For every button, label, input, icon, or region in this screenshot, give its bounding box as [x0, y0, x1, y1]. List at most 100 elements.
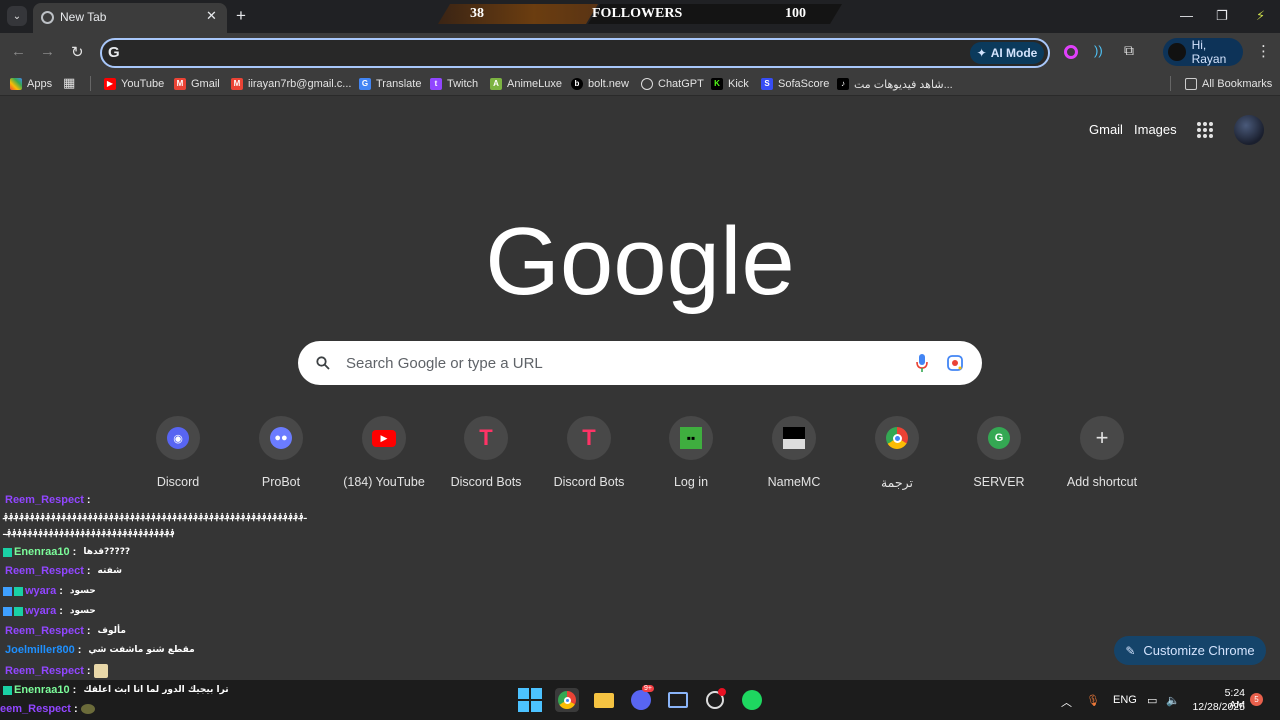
gmail-link[interactable]: Gmail — [1089, 122, 1123, 137]
bookmark-apps[interactable]: Apps — [10, 76, 52, 92]
taskbar-app[interactable] — [703, 688, 727, 712]
minimize-button[interactable]: — — [1180, 8, 1193, 23]
taskbar-photos[interactable] — [666, 688, 690, 712]
shortcut-discord-bots-2[interactable]: T Discord Bots — [539, 416, 639, 496]
shortcut-discord[interactable]: ◉ Discord — [128, 416, 228, 496]
discord-icon: ◉ — [167, 427, 189, 449]
shortcut-label: (184) YouTube — [343, 475, 425, 489]
customize-chrome-button[interactable]: ✎ Customize Chrome — [1114, 636, 1266, 665]
taskbar-discord[interactable]: 9+ — [629, 685, 654, 712]
bookmark-chatgpt[interactable]: ChatGPT — [641, 76, 704, 92]
customize-chrome-label: Customize Chrome — [1143, 643, 1255, 658]
menu-kebab-icon[interactable]: ⋮ — [1256, 42, 1271, 60]
images-link[interactable]: Images — [1134, 122, 1177, 137]
chat-line: wyara: حسود — [3, 585, 96, 597]
bookmark-tiktok[interactable]: ♪ شاهد فيديوهات مت... — [837, 76, 953, 92]
windows-start-icon[interactable] — [518, 688, 542, 712]
address-bar[interactable]: G ✦ AI Mode — [100, 38, 1050, 68]
pencil-icon: ✎ — [1125, 643, 1136, 658]
shortcut-namemc[interactable]: NameMC — [744, 416, 844, 496]
tab-search-button[interactable]: ⌄ — [7, 6, 27, 26]
google-logo: Google — [485, 208, 795, 315]
minecraft-creeper-icon: ▪▪ — [680, 427, 702, 449]
audio-extension-icon[interactable]: )) — [1094, 43, 1103, 58]
taskbar-spotify[interactable] — [740, 688, 764, 712]
extensions-puzzle-icon[interactable]: ⧉ — [1124, 42, 1134, 59]
taskbar-file-explorer[interactable] — [592, 688, 616, 712]
shortcut-icon-bg: G — [977, 416, 1021, 460]
google-lens-icon[interactable] — [947, 355, 963, 371]
translate-icon: G — [359, 78, 371, 90]
shortcut-youtube[interactable]: ▶ (184) YouTube — [334, 416, 434, 496]
bookmark-translate[interactable]: G Translate — [359, 76, 421, 92]
shortcut-discord-bots[interactable]: T Discord Bots — [436, 416, 536, 496]
top-gg-icon: T — [479, 425, 493, 450]
tab-groups-icon[interactable]: ▦ — [63, 75, 75, 91]
microphone-icon[interactable] — [916, 354, 928, 372]
folder-icon — [1185, 78, 1197, 90]
youtube-icon: ▶ — [104, 78, 116, 90]
apps-grid-icon — [10, 78, 22, 90]
bookmark-kick[interactable]: K Kick — [711, 76, 749, 92]
shortcut-label: Log in — [673, 475, 709, 489]
profile-button[interactable]: Hi, Rayan — [1163, 38, 1243, 66]
chat-badge-icon — [3, 606, 12, 616]
search-input[interactable]: Search Google or type a URL — [346, 355, 543, 372]
chat-badge-icon — [3, 547, 12, 557]
bookmark-bolt[interactable]: b bolt.new — [571, 76, 629, 92]
clock-date[interactable]: 12/28/2025 — [1190, 701, 1245, 713]
chat-line: ؋؋؋؋؋؋؋؋؋؋؋؋؋؋؋؋؋؋؋؋؋؋؋؋؋؋؋؋؋؋؋؋ـ — [3, 528, 176, 538]
chevron-up-icon[interactable]: ︿ — [1061, 694, 1072, 710]
bookmark-youtube[interactable]: ▶ YouTube — [104, 76, 164, 92]
discord-icon — [631, 690, 651, 710]
search-box[interactable]: Search Google or type a URL — [298, 341, 982, 385]
notification-count-badge[interactable]: 5 — [1250, 693, 1263, 706]
add-shortcut-button[interactable]: + Add shortcut — [1052, 416, 1152, 496]
shortcut-log-in[interactable]: ▪▪ Log in — [641, 416, 741, 496]
google-apps-icon[interactable] — [1197, 122, 1213, 138]
shortcut-icon-bg: ●● — [259, 416, 303, 460]
language-indicator[interactable]: ENG — [1113, 694, 1137, 706]
microphone-icon[interactable]: 🎙 — [1086, 694, 1100, 707]
bookmark-animeluxe[interactable]: A AnimeLuxe — [490, 76, 562, 92]
gmail-icon: M — [174, 78, 186, 90]
shortcut-icon-bg: ◉ — [156, 416, 200, 460]
tab-new-tab[interactable]: New Tab ✕ — [33, 3, 227, 33]
shortcut-probot[interactable]: ●● ProBot — [231, 416, 331, 496]
followers-goal-count: 100 — [785, 6, 806, 21]
new-tab-button[interactable]: + — [236, 6, 246, 26]
forward-button[interactable]: → — [40, 43, 55, 60]
spotify-icon — [742, 690, 762, 710]
tiktok-icon: ♪ — [837, 78, 849, 90]
taskbar-chrome[interactable] — [555, 688, 579, 712]
volume-icon[interactable]: 🔈 — [1166, 694, 1180, 707]
discord-notification-badge: 9+ — [642, 685, 654, 692]
shortcut-translate[interactable]: ترجمة — [847, 416, 947, 496]
ai-mode-button[interactable]: ✦ AI Mode — [970, 42, 1044, 64]
youtube-icon: ▶ — [372, 429, 396, 447]
chat-line: Reem_Respect: شفته — [5, 565, 123, 577]
folder-icon — [594, 692, 614, 708]
bookmark-twitch[interactable]: t Twitch — [430, 76, 478, 92]
back-button[interactable]: ← — [11, 43, 26, 60]
restore-button[interactable]: ❐ — [1216, 8, 1228, 24]
bookmark-gmail-account[interactable]: Miirayan7rb@gmail.c... — [231, 76, 351, 92]
ai-mode-label: AI Mode — [990, 46, 1038, 60]
search-icon — [316, 356, 330, 370]
followers-current-count: 38 — [470, 6, 484, 21]
account-avatar[interactable] — [1234, 115, 1264, 145]
extension-tray-icon[interactable]: ⚡ — [1256, 8, 1265, 24]
animeluxe-icon: A — [490, 78, 502, 90]
bookmarks-bar: Apps ▦ ▶ YouTube M Gmail Miirayan7rb@gmail… — [0, 71, 1280, 96]
bookmark-sofascore[interactable]: S SofaScore — [761, 76, 829, 92]
network-icon[interactable]: ▭ — [1147, 694, 1157, 707]
tab-close-button[interactable]: ✕ — [206, 8, 217, 24]
chat-badge-icon — [14, 586, 23, 596]
bookmark-gmail[interactable]: M Gmail — [174, 76, 220, 92]
shortcut-icon-bg: ▶ — [362, 416, 406, 460]
shortcut-icon-bg: ▪▪ — [669, 416, 713, 460]
shortcut-server[interactable]: G SERVER — [949, 416, 1049, 496]
color-extension-icon[interactable] — [1064, 45, 1078, 59]
all-bookmarks-button[interactable]: All Bookmarks — [1185, 76, 1272, 92]
reload-button[interactable]: ↻ — [71, 43, 84, 61]
